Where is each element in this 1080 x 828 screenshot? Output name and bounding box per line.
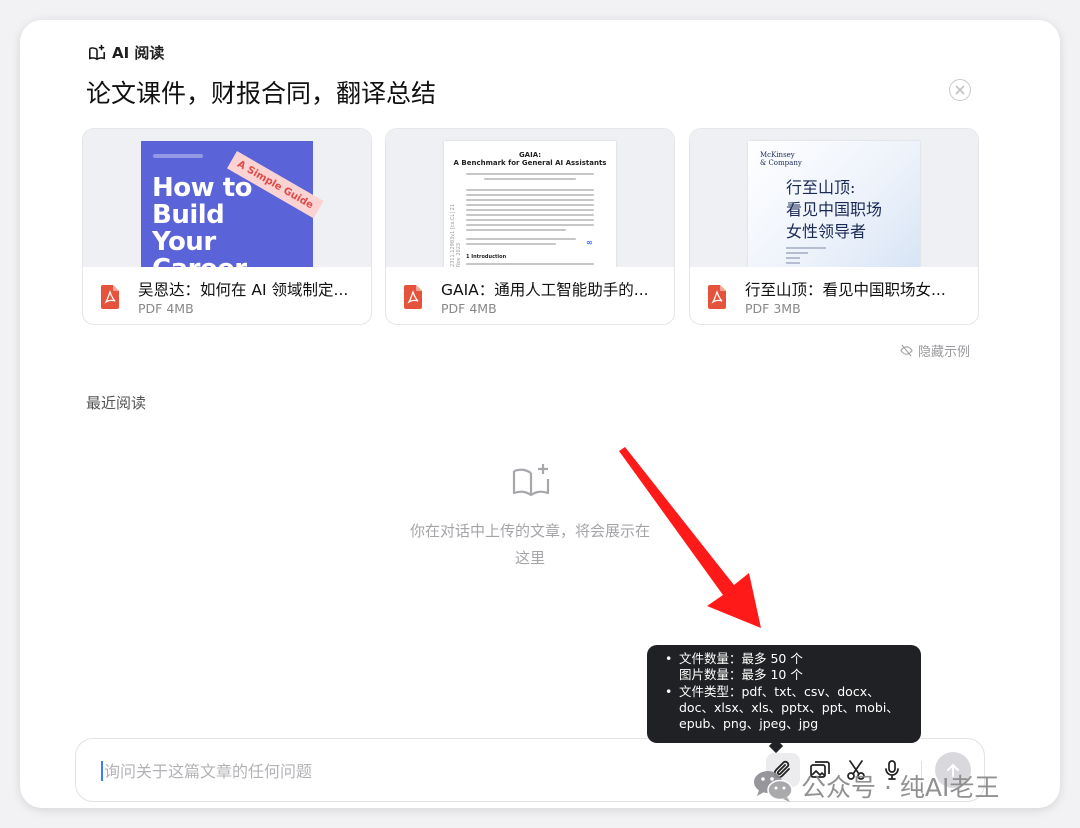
close-icon (955, 85, 965, 95)
file-meta: PDF 4MB (138, 301, 194, 316)
card-meta: 行至山顶：看见中国职场女... PDF 3MB (690, 267, 978, 324)
book-sparkle-icon (89, 44, 105, 60)
tooltip-line: 文件类型：pdf、txt、csv、docx、 (665, 684, 911, 701)
cover-decoration (153, 154, 203, 158)
file-meta: PDF 4MB (441, 301, 497, 316)
text-line (466, 209, 594, 211)
document-cover: McKinsey & Company 行至山顶: 看见中国职场 女性领导者 (690, 129, 978, 267)
cover-title: GAIA: A Benchmark for General AI Assista… (453, 151, 607, 167)
file-name: GAIA：通用人工智能助手的... (441, 281, 649, 299)
watermark-text: 公众号 · 纯AI老王 (801, 773, 1000, 802)
cover-publisher: McKinsey & Company (760, 151, 802, 167)
text-line (466, 224, 594, 226)
text-line (466, 204, 594, 206)
card-meta: 吴恩达：如何在 AI 领域制定... PDF 4MB (83, 267, 371, 324)
pdf-icon (101, 285, 119, 309)
text-line (466, 229, 566, 231)
recent-reading-title: 最近阅读 (86, 394, 147, 412)
text-line (786, 262, 800, 264)
cover-title: 行至山顶: 看见中国职场 女性领导者 (786, 178, 883, 241)
hide-examples-button[interactable]: 隐藏示例 (900, 341, 970, 360)
recent-empty-state: 你在对话中上传的文章，将会展示在这里 (410, 522, 651, 567)
file-name: 吴恩达：如何在 AI 领域制定... (138, 281, 349, 299)
cover-title: How to Build Your Career (152, 173, 252, 268)
document-cover: GAIA: A Benchmark for General AI Assista… (386, 129, 674, 267)
wechat-icon (754, 771, 793, 802)
file-meta: PDF 3MB (745, 301, 801, 316)
text-line (466, 199, 594, 201)
text-line (466, 243, 556, 245)
document-cover: A Simple Guide How to Build Your Career (83, 129, 371, 267)
example-card-mckinsey[interactable]: McKinsey & Company 行至山顶: 看见中国职场 女性领导者 行至… (689, 128, 979, 325)
brand: AI 阅读 (88, 42, 164, 63)
arxiv-stamp: 2311.12983v1 [cs.CL] 21 Nov 2023 (450, 203, 462, 267)
hide-examples-label: 隐藏示例 (918, 345, 971, 360)
close-button[interactable] (949, 79, 971, 101)
question-input[interactable] (104, 757, 724, 785)
watermark: 公众号 · 纯AI老王 (753, 768, 999, 804)
text-line (466, 219, 594, 221)
text-line (466, 189, 594, 191)
example-card-career-guide[interactable]: A Simple Guide How to Build Your Career … (82, 128, 372, 325)
eye-off-icon (900, 344, 913, 357)
tooltip-line: 文件数量：最多 50 个 (665, 651, 911, 668)
text-line (466, 173, 594, 175)
tooltip-line: doc、xlsx、xls、pptx、ppt、mobi、 (679, 699, 899, 715)
text-line (466, 263, 594, 265)
text-line (466, 238, 576, 240)
text-line (786, 252, 808, 254)
meta-logo-icon: ∞ (586, 238, 593, 247)
cover-section: 1 Introduction (466, 254, 507, 260)
cover-mckinsey-report: McKinsey & Company 行至山顶: 看见中国职场 女性领导者 (748, 141, 920, 267)
card-meta: GAIA：通用人工智能助手的... PDF 4MB (386, 267, 674, 324)
book-sparkle-icon (512, 464, 550, 497)
brand-label: AI 阅读 (112, 44, 165, 62)
tooltip-line: epub、png、jpeg、jpg (679, 716, 819, 732)
cover-gaia-paper: GAIA: A Benchmark for General AI Assista… (444, 141, 616, 267)
text-line (466, 194, 594, 196)
text-line (786, 247, 826, 249)
example-card-gaia[interactable]: GAIA: A Benchmark for General AI Assista… (385, 128, 675, 325)
file-name: 行至山顶：看见中国职场女... (745, 281, 946, 299)
cover-career-guide: A Simple Guide How to Build Your Career (141, 141, 324, 268)
ai-reading-panel: AI 阅读 论文课件，财报合同，翻译总结 A Simple Guide How … (20, 20, 1060, 808)
tooltip-line: 图片数量：最多 10 个 (679, 667, 803, 683)
text-line (484, 178, 576, 180)
pdf-icon (404, 285, 422, 309)
text-caret (101, 761, 103, 781)
pdf-icon (708, 285, 726, 309)
text-line (466, 214, 594, 216)
page-title: 论文课件，财报合同，翻译总结 (86, 79, 437, 108)
text-line (786, 257, 800, 259)
upload-limits-tooltip: 文件数量：最多 50 个 图片数量：最多 10 个 文件类型：pdf、txt、c… (647, 645, 921, 754)
